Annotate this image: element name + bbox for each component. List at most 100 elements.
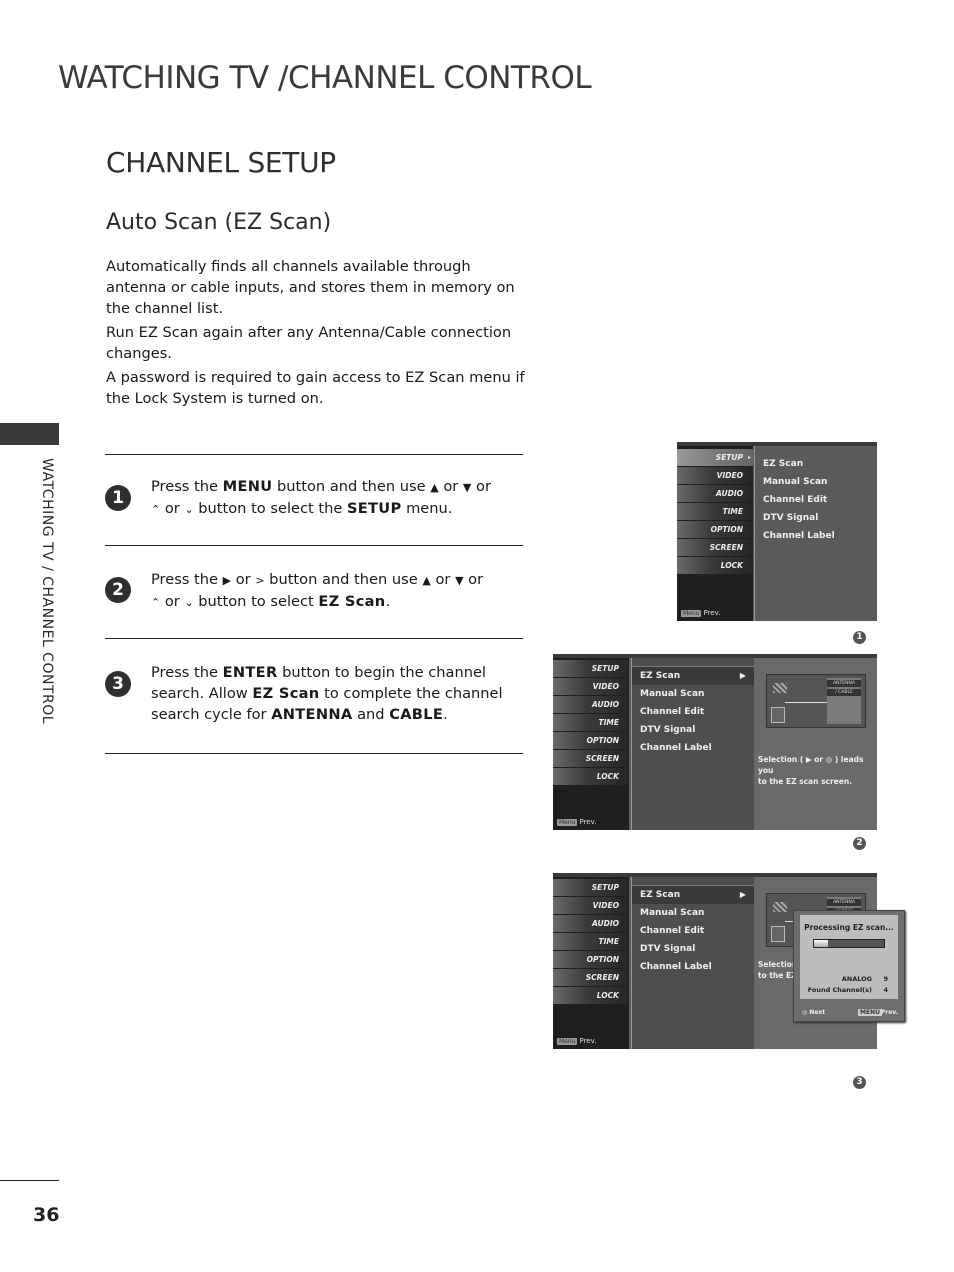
menu-tab-time[interactable]: TIME [677,503,753,520]
right-arrow-icon: ▸ [747,454,751,461]
dialog-body: Processing EZ scan... ANALOG 9 Found Chan… [800,915,898,999]
menu-item-channel-label[interactable]: Channel Label [632,958,754,976]
menu-tab-screen[interactable]: SCREEN [553,750,629,767]
menu-item-manual-scan[interactable]: Manual Scan [632,685,754,703]
menu-item-channel-edit[interactable]: Channel Edit [632,703,754,721]
intro-paragraph: A password is required to gain access to… [106,369,525,407]
text: menu. [401,500,453,517]
step-2: 2 Press the ▶ or > button and then use ▲… [105,569,523,619]
menu-key-icon: Menu [557,819,578,826]
menu-item-channel-edit[interactable]: Channel Edit [632,922,754,940]
menu-tab-setup[interactable]: SETUP ▸ [677,449,753,466]
menu-tab-screen[interactable]: SCREEN [677,539,753,556]
tv-input-icon [771,707,785,723]
menu-tab-setup[interactable]: SETUP [553,879,629,896]
page-header-title: WATCHING TV /CHANNEL CONTROL [58,60,592,96]
menu-tab-lock[interactable]: LOCK [553,768,629,785]
prev-hint: Menu Prev. [681,609,720,617]
down-triangle-icon: ▼ [455,574,464,587]
keyword-antenna: ANTENNA [271,706,353,723]
right-chevron-icon: > [255,574,265,587]
menu-item-channel-label[interactable]: Channel Label [632,739,754,757]
text: . [385,593,391,610]
text: Press the [151,571,223,588]
row-value: 9 [883,975,888,983]
step-instruction: Press the MENU button and then use ▲ or … [151,476,523,520]
menu-tab-lock[interactable]: LOCK [677,557,753,574]
dialog-title: Processing EZ scan... [804,923,894,932]
menu-tab-video[interactable]: VIDEO [553,678,629,695]
tv-menu-screen-2: SETUP VIDEO AUDIO TIME OPTION SCREEN LOC… [553,654,877,830]
step-1: 1 Press the MENU button and then use ▲ o… [105,476,523,526]
screen-badge: 3 [853,1076,866,1089]
connection-illustration: ANTENNA / CABLE [766,674,866,728]
menu-tab-screen[interactable]: SCREEN [553,969,629,986]
text: Press the [151,664,223,681]
row-label: ANALOG [841,975,872,983]
menu-item-dtv-signal[interactable]: DTV Signal [632,940,754,958]
menu-tab-video[interactable]: VIDEO [553,897,629,914]
info-text: Selection ( ▶ or ◎ ) leads you to the EZ… [758,754,877,787]
row-label: Found Channel(s) [807,986,872,994]
menu-item-dtv-signal[interactable]: DTV Signal [632,721,754,739]
menu-tab-time[interactable]: TIME [553,714,629,731]
prev-label: Prev. [703,609,721,617]
down-chevron-icon: ⌄ [184,596,194,609]
intro-paragraph: Automatically finds all channels availab… [106,258,515,317]
right-triangle-icon: ▶ [739,890,746,899]
text: . [443,706,448,723]
step-3: 3 Press the ENTER button to begin the ch… [105,662,523,732]
section-title: CHANNEL SETUP [106,146,336,179]
keyword-menu: MENU [222,478,273,495]
next-button[interactable]: ◎ Next [802,1009,825,1016]
step-instruction: Press the ENTER button to begin the chan… [151,662,523,725]
up-triangle-icon: ▲ [430,481,439,494]
menu-item-ez-scan[interactable]: EZ Scan ▶ [632,885,754,904]
menu-item-manual-scan[interactable]: Manual Scan [755,473,877,491]
tv-menu-screen-1: SETUP ▸ VIDEO AUDIO TIME OPTION SCREEN LO… [677,442,877,621]
menu-item-channel-label[interactable]: Channel Label [755,527,877,545]
step-number-badge: 2 [105,577,131,603]
menu-item-channel-edit[interactable]: Channel Edit [755,491,877,509]
menu-tab-audio[interactable]: AUDIO [553,696,629,713]
right-triangle-icon: ▶ [739,671,746,680]
menu-item-manual-scan[interactable]: Manual Scan [632,904,754,922]
menu-tab-lock[interactable]: LOCK [553,987,629,1004]
text: button and then use [272,478,431,495]
info-line: Selection ( ▶ or ◎ ) leads you [758,755,864,775]
prev-button[interactable]: Prev. [881,1009,898,1016]
antenna-icon [773,683,787,693]
row-value: 4 [883,986,888,994]
menu-tab-setup[interactable]: SETUP [553,660,629,677]
text: or [471,478,491,495]
prev-label: Prev. [579,818,597,826]
down-chevron-icon: ⌄ [184,503,194,516]
prev-hint: Menu Prev. [557,818,596,826]
prev-label: Prev. [579,1037,597,1045]
text: button to select [193,593,319,610]
info-text: Selection to the EZ [758,959,797,981]
antenna-icon [773,902,787,912]
footer-divider [0,1180,59,1181]
item-label: EZ Scan [640,671,681,681]
text: or [160,500,185,517]
menu-tab-option[interactable]: OPTION [677,521,753,538]
setup-submenu: EZ Scan ▶ Manual Scan Channel Edit DTV Si… [631,658,755,830]
menu-key-icon: Menu [681,610,702,617]
menu-tab-option[interactable]: OPTION [553,732,629,749]
item-label: EZ Scan [640,890,681,900]
menu-tab-time[interactable]: TIME [553,933,629,950]
keyword-ez-scan: EZ Scan [318,593,386,610]
text: button to select the [193,500,347,517]
up-triangle-icon: ▲ [422,574,431,587]
menu-item-dtv-signal[interactable]: DTV Signal [755,509,877,527]
setup-submenu: EZ Scan ▶ Manual Scan Channel Edit DTV Si… [631,877,755,1049]
menu-item-ez-scan[interactable]: EZ Scan ▶ [632,666,754,685]
prev-hint: Menu Prev. [557,1037,596,1045]
menu-item-ez-scan[interactable]: EZ Scan [755,455,877,473]
scan-progress-bar [813,939,885,948]
menu-tab-video[interactable]: VIDEO [677,467,753,484]
menu-tab-audio[interactable]: AUDIO [677,485,753,502]
menu-tab-audio[interactable]: AUDIO [553,915,629,932]
menu-tab-option[interactable]: OPTION [553,951,629,968]
